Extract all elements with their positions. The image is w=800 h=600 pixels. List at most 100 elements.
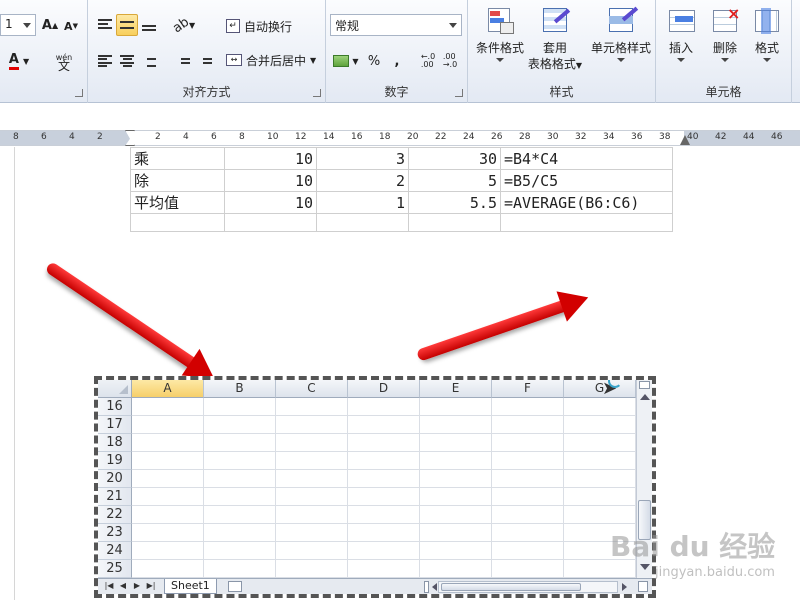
table-cell[interactable] — [500, 213, 673, 232]
font-size-combo[interactable]: 1 — [0, 14, 36, 36]
sheet-cell[interactable] — [276, 506, 348, 524]
insert-cells-button[interactable]: 插入 — [658, 6, 704, 62]
delete-cells-button[interactable]: × 删除 — [704, 6, 746, 62]
table-cell[interactable]: 10 — [224, 147, 317, 170]
table-cell[interactable]: 10 — [224, 191, 317, 214]
merge-center-button[interactable]: ↔ 合并后居中 ▼ — [226, 50, 316, 70]
column-header-c[interactable]: C — [276, 380, 348, 398]
table-cell[interactable]: 2 — [316, 169, 409, 192]
sheet-cell[interactable] — [348, 560, 420, 578]
sheet-cell[interactable] — [204, 434, 276, 452]
sheet-cell[interactable] — [276, 470, 348, 488]
sheet-cell[interactable] — [276, 416, 348, 434]
sheet-cell[interactable] — [420, 524, 492, 542]
sheet-cell[interactable] — [348, 398, 420, 416]
sheet-cell[interactable] — [564, 434, 636, 452]
sheet-cell[interactable] — [492, 470, 564, 488]
row-header[interactable]: 22 — [98, 506, 132, 524]
currency-button[interactable]: ▼ — [330, 50, 362, 72]
number-dialog-launcher[interactable] — [455, 89, 463, 97]
table-cell[interactable]: 1 — [316, 191, 409, 214]
table-cell[interactable]: 3 — [316, 147, 409, 170]
decrease-indent-button[interactable] — [172, 50, 194, 72]
sheet-cell[interactable] — [564, 506, 636, 524]
sheet-cell[interactable] — [348, 542, 420, 560]
sheet-cell[interactable] — [348, 488, 420, 506]
font-color-button[interactable]: A ▼ — [4, 50, 34, 72]
align-top-button[interactable] — [94, 14, 116, 36]
sheet-cell[interactable] — [492, 506, 564, 524]
sheet-cell[interactable] — [492, 542, 564, 560]
format-as-table-button[interactable]: 套用 表格格式▼ — [524, 6, 586, 74]
sheet-cell[interactable] — [420, 398, 492, 416]
cell-styles-button[interactable]: 单元格样式 — [586, 6, 656, 62]
sheet-cell[interactable] — [204, 506, 276, 524]
sheet-cell[interactable] — [204, 488, 276, 506]
table-row[interactable]: 除 10 2 5 =B5/C5 — [130, 169, 673, 192]
table-cell[interactable]: =B4*C4 — [500, 147, 673, 170]
sheet-cell[interactable] — [276, 560, 348, 578]
sheet-cell[interactable] — [420, 434, 492, 452]
sheet-cell[interactable] — [132, 524, 204, 542]
embedded-spreadsheet[interactable]: ABCDEFG 16 17 18 19 20 21 22 23 24 25 ➤ |◀ ◀ ▶ ▶|… — [94, 376, 656, 598]
sheet-cell[interactable] — [204, 398, 276, 416]
sheet-cell[interactable] — [132, 560, 204, 578]
sheet-cell[interactable] — [276, 452, 348, 470]
row-header[interactable]: 21 — [98, 488, 132, 506]
horizontal-scrollbar[interactable] — [438, 581, 618, 593]
sheet-cell[interactable] — [276, 434, 348, 452]
table-row[interactable]: 乘 10 3 30 =B4*C4 — [130, 147, 673, 170]
increase-indent-button[interactable] — [194, 50, 216, 72]
row-header[interactable]: 19 — [98, 452, 132, 470]
table-cell[interactable]: 平均值 — [130, 191, 225, 214]
format-cells-button[interactable]: 格式 — [746, 6, 788, 62]
sheet-cell[interactable] — [420, 542, 492, 560]
sheet-cell[interactable] — [492, 434, 564, 452]
next-sheet-icon[interactable]: ▶ — [132, 581, 142, 591]
sheet-cell[interactable] — [204, 452, 276, 470]
increase-decimal-button[interactable]: ←.0.00 — [418, 50, 438, 72]
table-cell[interactable]: =B5/C5 — [500, 169, 673, 192]
hscroll-thumb[interactable] — [441, 583, 581, 591]
sheet-cell[interactable] — [276, 542, 348, 560]
percent-button[interactable]: % — [364, 50, 384, 72]
sheet-cell[interactable] — [492, 524, 564, 542]
table-cell[interactable]: 5.5 — [408, 191, 501, 214]
sheet-cell[interactable] — [564, 470, 636, 488]
sheet-cell[interactable] — [420, 560, 492, 578]
column-header-g[interactable]: G — [564, 380, 636, 398]
sheet-cell[interactable] — [492, 398, 564, 416]
sheet-cell[interactable] — [276, 398, 348, 416]
row-header[interactable]: 24 — [98, 542, 132, 560]
tab-split-handle[interactable] — [424, 581, 429, 593]
sheet-cell[interactable] — [132, 470, 204, 488]
table-cell[interactable]: 10 — [224, 169, 317, 192]
scroll-left-icon[interactable] — [432, 583, 437, 591]
spreadsheet-grid[interactable]: ABCDEFG 16 17 18 19 20 21 22 23 24 25 ➤ |◀ ◀ ▶ ▶|… — [98, 380, 652, 594]
table-row[interactable]: 平均值 10 1 5.5 =AVERAGE(B6:C6) — [130, 191, 673, 214]
horizontal-ruler[interactable]: 8 6 4 2 2 4 6 8 10 12 14 16 18 20 22 24 26 28 30 32 34 36 38 40… — [0, 130, 800, 146]
sheet-cell[interactable] — [420, 470, 492, 488]
table-cell[interactable]: 乘 — [130, 147, 225, 170]
table-cell[interactable]: =AVERAGE(B6:C6) — [500, 191, 673, 214]
row-header[interactable]: 18 — [98, 434, 132, 452]
sheet-cell[interactable] — [564, 398, 636, 416]
comma-button[interactable]: , — [388, 50, 406, 72]
sheet-cell[interactable] — [132, 506, 204, 524]
align-middle-button[interactable] — [116, 14, 138, 36]
row-header[interactable]: 16 — [98, 398, 132, 416]
table-cell[interactable] — [316, 213, 409, 232]
sheet-cell[interactable] — [420, 452, 492, 470]
sheet-cell[interactable] — [420, 506, 492, 524]
sheet-cell[interactable] — [204, 416, 276, 434]
sheet-cell[interactable] — [348, 506, 420, 524]
sheet-cell[interactable] — [492, 452, 564, 470]
align-bottom-button[interactable] — [138, 14, 160, 36]
sheet-cell[interactable] — [348, 524, 420, 542]
sheet-cell[interactable] — [348, 434, 420, 452]
sheet-cell[interactable] — [420, 416, 492, 434]
sheet-cell[interactable] — [132, 542, 204, 560]
grow-font-button[interactable]: A ▲ — [40, 14, 60, 36]
sheet-cell[interactable] — [348, 470, 420, 488]
sheet-cell[interactable] — [204, 542, 276, 560]
